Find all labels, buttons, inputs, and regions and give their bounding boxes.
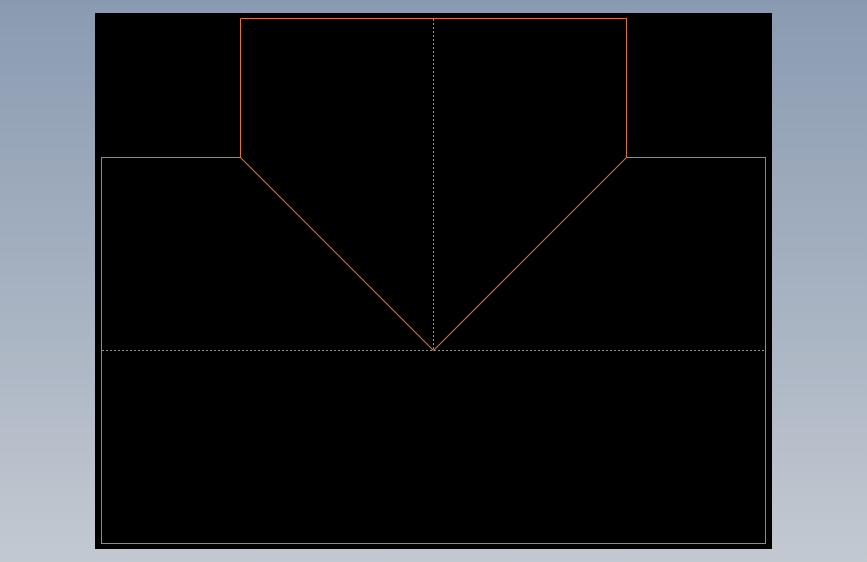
- drawing-canvas[interactable]: [95, 13, 772, 549]
- chamfer-line-right: [433, 157, 627, 351]
- cad-drawing: [101, 18, 766, 544]
- chamfer-line-left: [240, 157, 434, 351]
